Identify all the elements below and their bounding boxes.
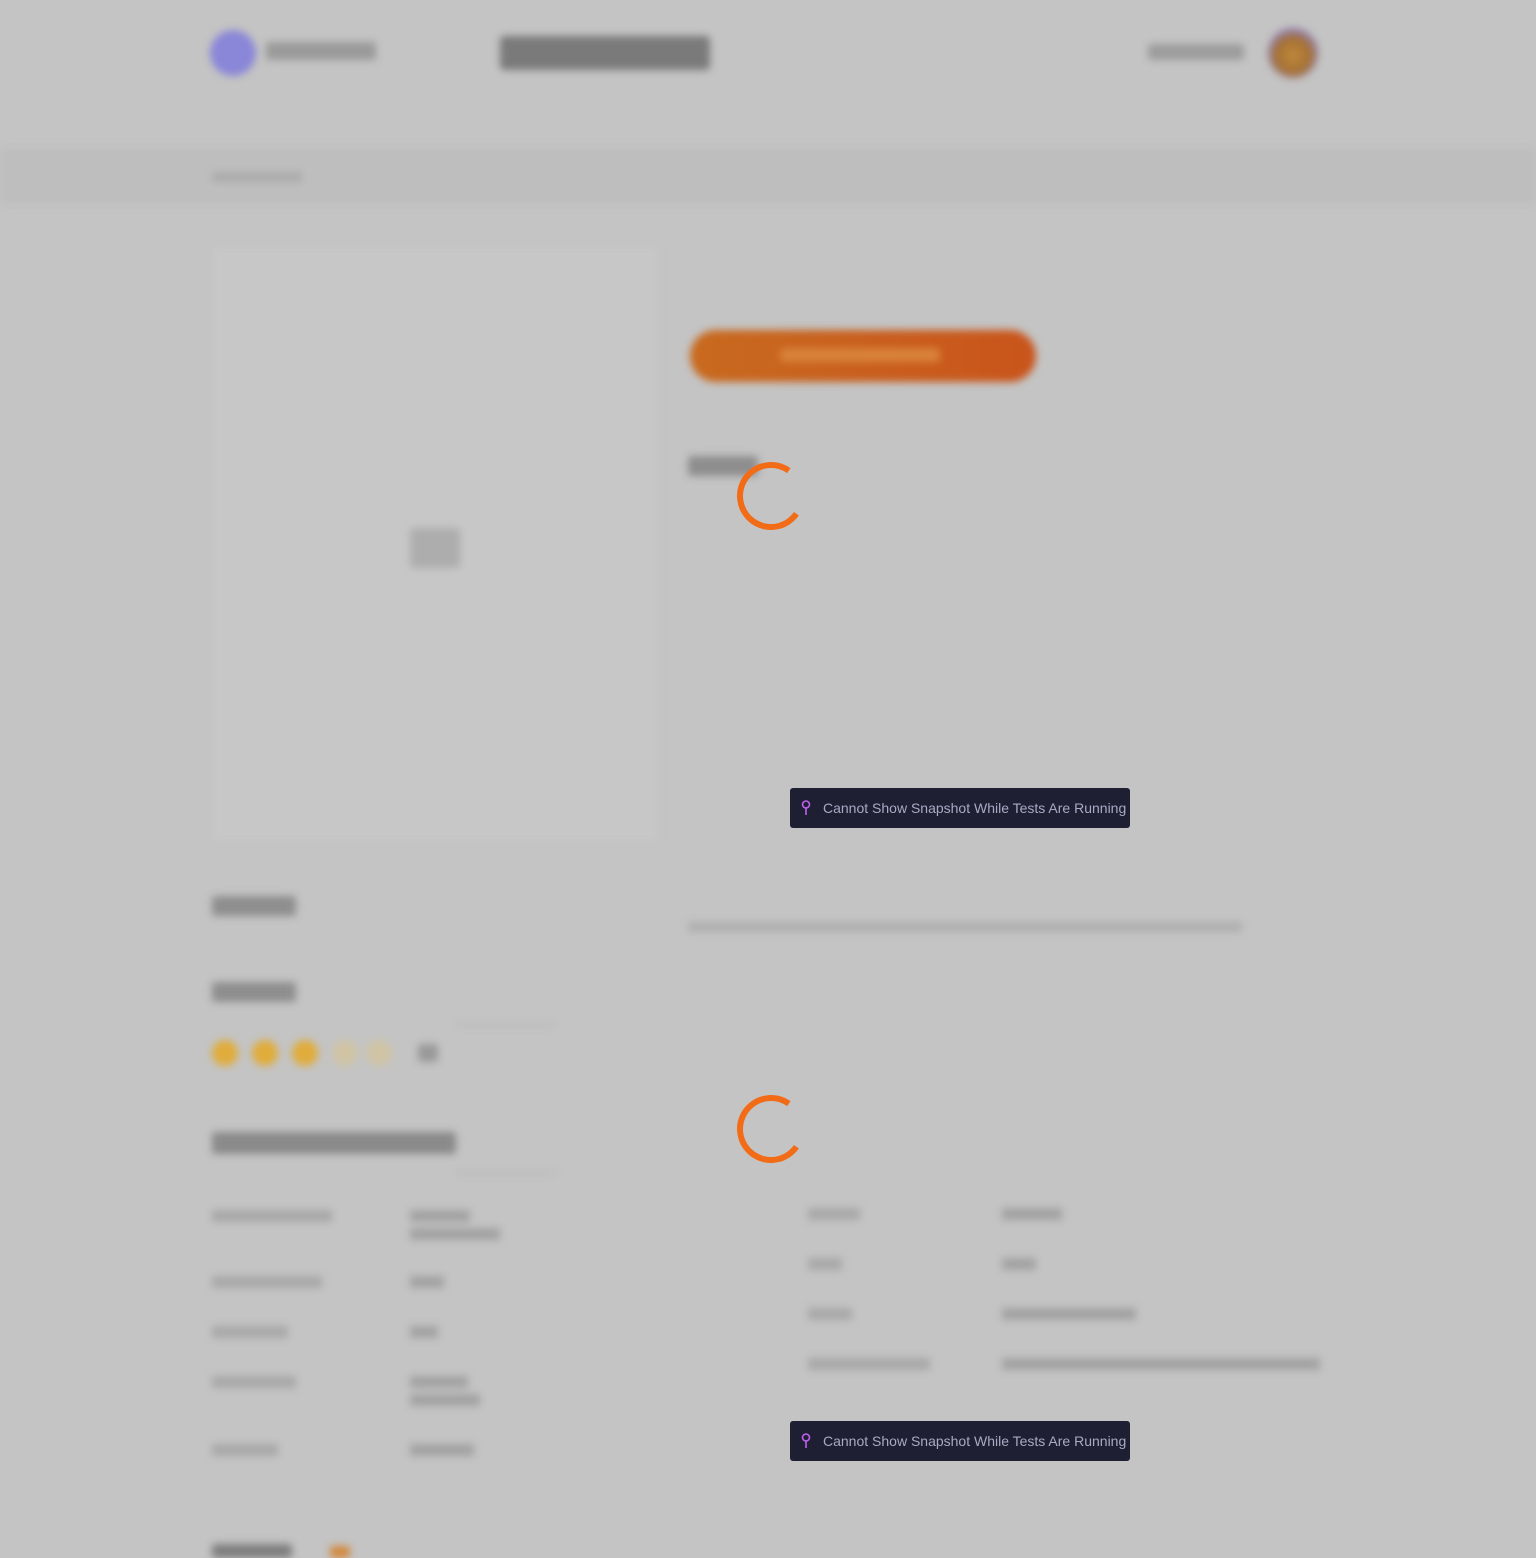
brand-name	[266, 42, 376, 60]
detail-value	[1002, 1258, 1036, 1270]
spec-value	[410, 1444, 474, 1456]
divider	[456, 1172, 556, 1174]
spec-label	[212, 1326, 288, 1338]
spec-label	[212, 1444, 278, 1456]
pin-icon	[801, 800, 811, 815]
spec-value	[410, 1394, 480, 1406]
snapshot-toast: Cannot Show Snapshot While Tests Are Run…	[790, 1421, 1130, 1461]
toast-message: Cannot Show Snapshot While Tests Are Run…	[823, 1433, 1127, 1449]
detail-label	[808, 1208, 860, 1220]
section-heading	[212, 896, 296, 916]
star-filled-icon	[252, 1040, 278, 1066]
spec-label	[212, 1210, 332, 1222]
spec-value	[410, 1326, 438, 1338]
spec-label	[212, 1376, 296, 1388]
spec-label	[212, 1276, 322, 1288]
star-filled-icon	[212, 1040, 238, 1066]
star-filled-icon	[292, 1040, 318, 1066]
spec-value	[410, 1376, 468, 1388]
spec-value	[410, 1276, 444, 1288]
detail-label	[808, 1358, 930, 1370]
image-placeholder-icon	[410, 528, 460, 568]
spec-value	[410, 1228, 500, 1240]
description-text	[688, 922, 1242, 932]
divider	[456, 1024, 556, 1026]
specifications-heading	[212, 1132, 456, 1154]
snapshot-toast: Cannot Show Snapshot While Tests Are Run…	[790, 788, 1130, 828]
pin-icon	[801, 1433, 811, 1448]
detail-value	[1002, 1358, 1320, 1370]
bottom-section-badge	[330, 1546, 350, 1558]
detail-label	[808, 1258, 842, 1270]
bottom-section-heading	[212, 1544, 292, 1558]
rating-heading	[212, 982, 296, 1002]
star-empty-icon	[332, 1040, 358, 1066]
star-empty-icon	[366, 1040, 392, 1066]
detail-label	[808, 1308, 852, 1320]
page-title	[500, 36, 710, 70]
logo-icon[interactable]	[210, 30, 256, 76]
add-to-cart-label	[780, 348, 940, 362]
detail-value	[1002, 1208, 1062, 1220]
rating-count	[418, 1044, 438, 1062]
blurred-page-background	[0, 0, 1536, 1558]
user-name[interactable]	[1148, 44, 1244, 60]
toast-message: Cannot Show Snapshot While Tests Are Run…	[823, 800, 1127, 816]
breadcrumb-link[interactable]	[212, 172, 302, 182]
user-avatar-icon[interactable]	[1268, 28, 1318, 78]
spec-value	[410, 1210, 470, 1222]
detail-value	[1002, 1308, 1136, 1320]
